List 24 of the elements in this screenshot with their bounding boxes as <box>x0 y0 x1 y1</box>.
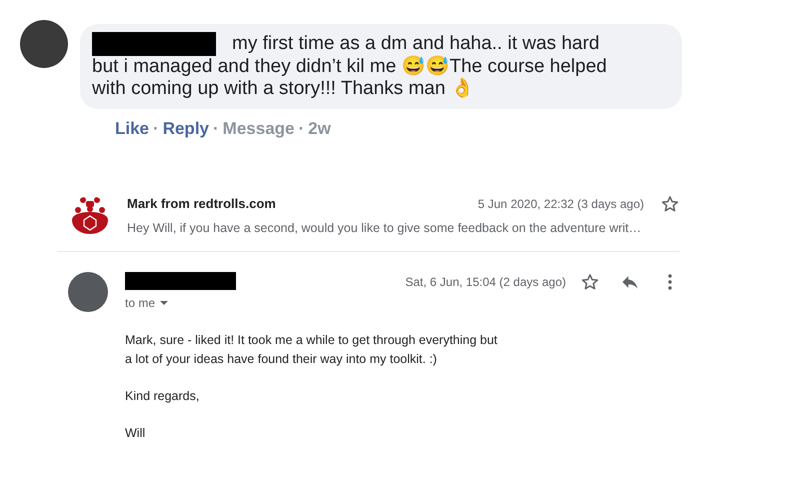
comment-text: my first time as a dm and haha.. it was hard but i managed and they didn’t kil me 😅😅The course helped with coming up with a story!!! Thanks man 👌 <box>92 32 608 100</box>
email-snippet: Hey Will, if you have a second, would you like to give some feedback on the adventure writ… <box>127 220 642 237</box>
separator-dot: · <box>298 118 304 140</box>
email-body-line: Kind regards, <box>125 388 200 406</box>
separator-dot: · <box>213 118 219 140</box>
star-icon[interactable] <box>660 194 680 214</box>
separator-dot: · <box>153 118 159 140</box>
comment-action-link[interactable]: Reply <box>162 116 209 142</box>
more-options-icon[interactable] <box>668 274 672 290</box>
sender-name: Mark from redtrolls.com <box>127 194 276 213</box>
star-icon[interactable] <box>580 272 600 292</box>
caret-icon[interactable] <box>159 300 170 306</box>
avatar-photo-placeholder <box>68 272 108 312</box>
email-body-line: Will <box>125 425 146 442</box>
comment-action-link[interactable]: Like <box>115 116 150 142</box>
comment-meta-text: 2w <box>308 118 331 140</box>
email-date: 5 Jun 2020, 22:32 (3 days ago) <box>478 196 644 212</box>
email-body-line: Mark, sure - liked it! It took me a while to get through everything but <box>125 332 498 350</box>
creature-logo <box>70 196 110 236</box>
email-body-line: a lot of your ideas have found their way into my toolkit. :) <box>125 351 438 368</box>
comment-meta-text: Message <box>222 118 294 140</box>
avatar-photo-placeholder[interactable] <box>20 20 68 68</box>
recipient-label: to me <box>125 295 156 312</box>
email-date: Sat, 6 Jun, 15:04 (2 days ago) <box>405 274 566 292</box>
